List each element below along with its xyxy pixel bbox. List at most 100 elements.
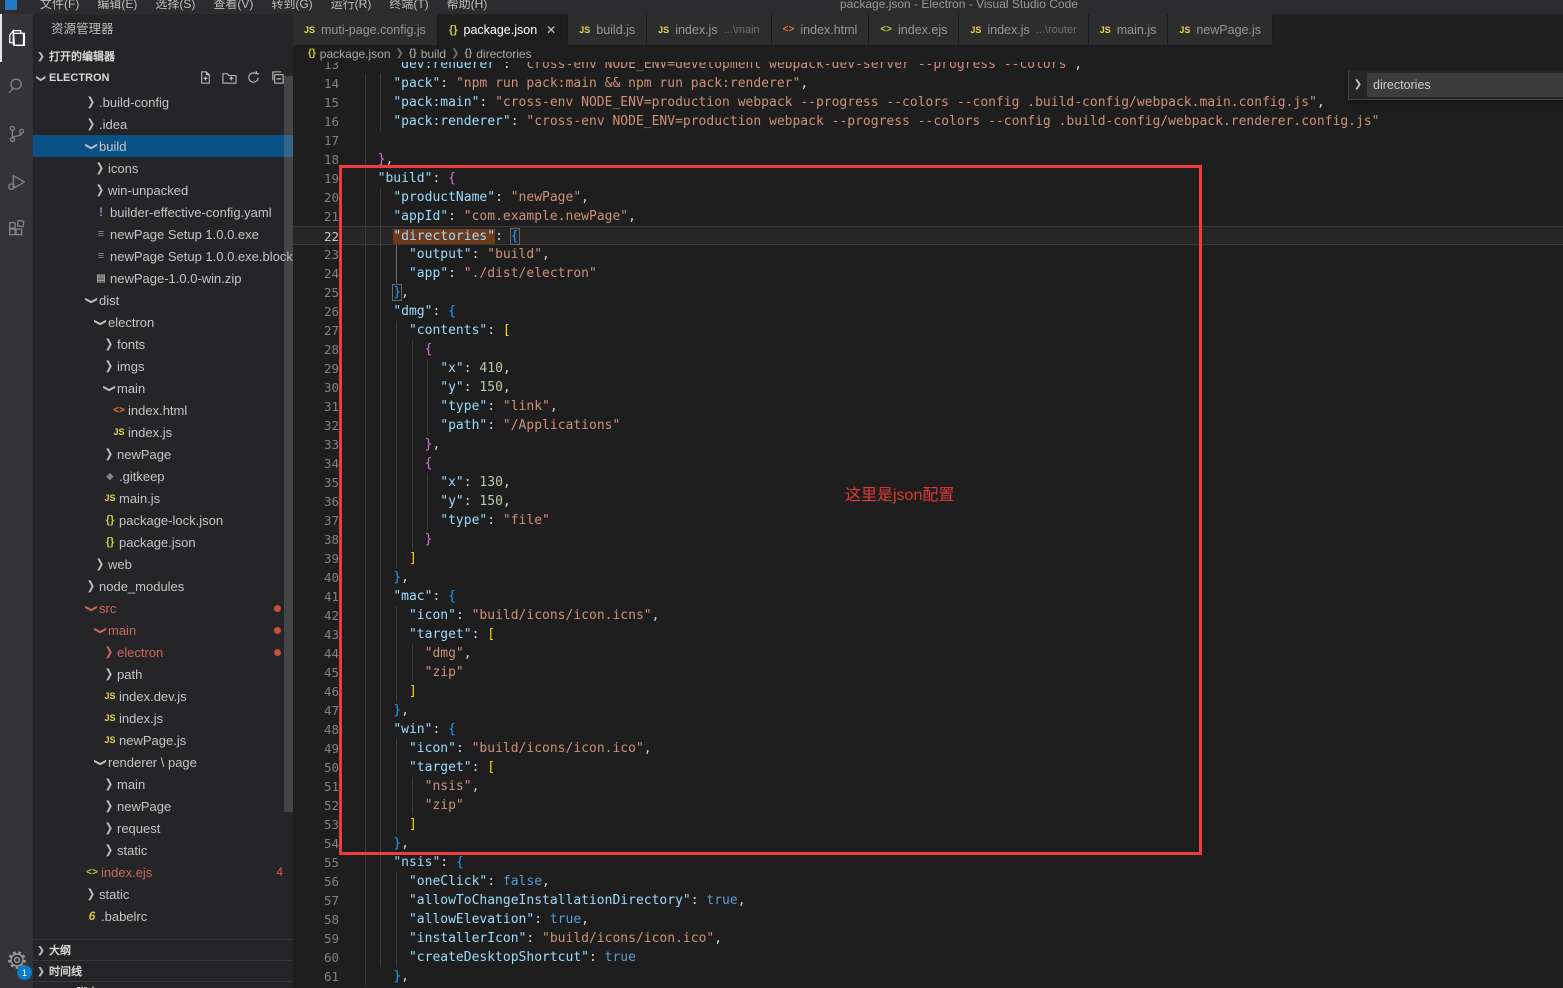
tree-folder-src[interactable]: ❯ src: [33, 597, 293, 619]
menu-item[interactable]: 转到(G): [262, 0, 321, 14]
tree-file-index.html[interactable]: <> index.html: [33, 399, 293, 421]
tree-file-.gitkeep[interactable]: ◆ .gitkeep: [33, 465, 293, 487]
code-line-28[interactable]: 28 {: [293, 340, 1563, 359]
code-line-44[interactable]: 44 "dmg",: [293, 644, 1563, 663]
tab-index.ejs[interactable]: <> index.ejs: [869, 14, 960, 45]
code-line-33[interactable]: 33 },: [293, 435, 1563, 454]
code-line-58[interactable]: 58 "allowElevation": true,: [293, 910, 1563, 929]
code-line-36[interactable]: 36 "y": 150,: [293, 492, 1563, 511]
tree-folder-newpage[interactable]: ❯ newPage: [33, 795, 293, 817]
tree-file-index.dev.js[interactable]: JS index.dev.js: [33, 685, 293, 707]
sidebar-scrollbar[interactable]: [284, 76, 293, 812]
tree-folder-win-unpacked[interactable]: ❯ win-unpacked: [33, 179, 293, 201]
menu-item[interactable]: 帮助(H): [438, 0, 497, 14]
find-collapse-chevron-icon[interactable]: ❯: [1349, 79, 1367, 90]
new-folder-icon[interactable]: [222, 70, 237, 88]
code-line-30[interactable]: 30 "y": 150,: [293, 378, 1563, 397]
tree-folder-electron[interactable]: ❯ electron: [33, 311, 293, 333]
code-line-54[interactable]: 54 },: [293, 834, 1563, 853]
menu-item[interactable]: 运行(R): [322, 0, 381, 14]
code-line-37[interactable]: 37 "type": "file": [293, 511, 1563, 530]
code-line-31[interactable]: 31 "type": "link",: [293, 397, 1563, 416]
code-line-39[interactable]: 39 ]: [293, 549, 1563, 568]
tree-file-newpage-1.0.0-win.zip[interactable]: ▤ newPage-1.0.0-win.zip: [33, 267, 293, 289]
code-line-32[interactable]: 32 "path": "/Applications": [293, 416, 1563, 435]
tree-folder-static[interactable]: ❯ static: [33, 883, 293, 905]
code-line-19[interactable]: 19 "build": {: [293, 169, 1563, 188]
tree-file-index.js[interactable]: JS index.js: [33, 707, 293, 729]
open-editors-section[interactable]: ❯ 打开的编辑器: [33, 45, 293, 67]
tab-muti-page.config.js[interactable]: JS muti-page.config.js: [293, 14, 438, 45]
tab-index.html[interactable]: <> index.html: [771, 14, 870, 45]
new-file-icon[interactable]: [198, 70, 213, 88]
code-line-34[interactable]: 34 {: [293, 454, 1563, 473]
code-line-24[interactable]: 24 "app": "./dist/electron": [293, 264, 1563, 283]
code-line-43[interactable]: 43 "target": [: [293, 625, 1563, 644]
search-icon[interactable]: [0, 62, 33, 110]
menu-item[interactable]: 文件(F): [31, 0, 88, 14]
menu-item[interactable]: 查看(V): [204, 0, 262, 14]
tree-folder-request[interactable]: ❯ request: [33, 817, 293, 839]
code-line-56[interactable]: 56 "oneClick": false,: [293, 872, 1563, 891]
tree-folder-dist[interactable]: ❯ dist: [33, 289, 293, 311]
code-line-42[interactable]: 42 "icon": "build/icons/icon.icns",: [293, 606, 1563, 625]
tree-folder-web[interactable]: ❯ web: [33, 553, 293, 575]
menu-item[interactable]: 终端(T): [380, 0, 437, 14]
tree-folder-.build-config[interactable]: ❯ .build-config: [33, 91, 293, 113]
tab-newPage.js[interactable]: JS newPage.js: [1168, 14, 1273, 45]
code-line-49[interactable]: 49 "icon": "build/icons/icon.ico",: [293, 739, 1563, 758]
tree-file-main.js[interactable]: JS main.js: [33, 487, 293, 509]
settings-gear-icon[interactable]: 1: [0, 940, 33, 980]
tree-folder-path[interactable]: ❯ path: [33, 663, 293, 685]
code-line-60[interactable]: 60 "createDesktopShortcut": true: [293, 948, 1563, 967]
tree-file-package.json[interactable]: {} package.json: [33, 531, 293, 553]
code-editor[interactable]: 13 "dev:renderer": "cross-env NODE_ENV=d…: [293, 62, 1563, 988]
code-line-29[interactable]: 29 "x": 410,: [293, 359, 1563, 378]
tree-file-.babelrc[interactable]: 6 .babelrc: [33, 905, 293, 927]
tree-folder-main[interactable]: ❯ main: [33, 377, 293, 399]
code-line-27[interactable]: 27 "contents": [: [293, 321, 1563, 340]
code-line-25[interactable]: 25 },: [293, 283, 1563, 302]
tree-folder-fonts[interactable]: ❯ fonts: [33, 333, 293, 355]
code-line-55[interactable]: 55 "nsis": {: [293, 853, 1563, 872]
code-line-22[interactable]: 22 "directories": {: [293, 226, 1563, 245]
tree-file-package-lock.json[interactable]: {} package-lock.json: [33, 509, 293, 531]
tab-package.json[interactable]: {} package.json ✕: [437, 14, 569, 45]
code-line-48[interactable]: 48 "win": {: [293, 720, 1563, 739]
code-line-46[interactable]: 46 ]: [293, 682, 1563, 701]
tree-folder-renderer-page[interactable]: ❯ renderer \ page: [33, 751, 293, 773]
code-line-41[interactable]: 41 "mac": {: [293, 587, 1563, 606]
code-line-17[interactable]: 17: [293, 131, 1563, 150]
code-line-52[interactable]: 52 "zip": [293, 796, 1563, 815]
menu-item[interactable]: 选择(S): [146, 0, 204, 14]
code-line-45[interactable]: 45 "zip": [293, 663, 1563, 682]
tab-main.js[interactable]: JS main.js: [1088, 14, 1169, 45]
sidebar-section-NPM 脚本[interactable]: ❯NPM 脚本: [33, 981, 293, 988]
tree-folder-node-modules[interactable]: ❯ node_modules: [33, 575, 293, 597]
code-line-20[interactable]: 20 "productName": "newPage",: [293, 188, 1563, 207]
code-line-35[interactable]: 35 "x": 130,: [293, 473, 1563, 492]
tree-file-newpage.js[interactable]: JS newPage.js: [33, 729, 293, 751]
tab-build.js[interactable]: JS build.js: [568, 14, 648, 45]
code-line-26[interactable]: 26 "dmg": {: [293, 302, 1563, 321]
code-line-40[interactable]: 40 },: [293, 568, 1563, 587]
tree-file-index.js[interactable]: JS index.js: [33, 421, 293, 443]
code-line-57[interactable]: 57 "allowToChangeInstallationDirectory":…: [293, 891, 1563, 910]
tree-folder-icons[interactable]: ❯ icons: [33, 157, 293, 179]
find-input[interactable]: directories Aa ab: [1367, 72, 1563, 97]
breadcrumb-item-build[interactable]: {} build: [409, 47, 446, 61]
tree-folder-.idea[interactable]: ❯ .idea: [33, 113, 293, 135]
code-line-61[interactable]: 61 },: [293, 967, 1563, 986]
breadcrumb-item-directories[interactable]: {} directories: [464, 47, 531, 61]
tree-folder-main[interactable]: ❯ main: [33, 619, 293, 641]
tree-file-builder-effective-config.yaml[interactable]: ! builder-effective-config.yaml: [33, 201, 293, 223]
code-line-38[interactable]: 38 }: [293, 530, 1563, 549]
refresh-icon[interactable]: [246, 70, 261, 88]
tree-folder-static[interactable]: ❯ static: [33, 839, 293, 861]
source-control-icon[interactable]: [0, 110, 33, 158]
tab-index.js[interactable]: JS index.js ...\router: [959, 14, 1089, 45]
menu-item[interactable]: 编辑(E): [88, 0, 146, 14]
tab-index.js[interactable]: JS index.js ...\main: [647, 14, 772, 45]
code-line-51[interactable]: 51 "nsis",: [293, 777, 1563, 796]
tree-folder-main[interactable]: ❯ main: [33, 773, 293, 795]
